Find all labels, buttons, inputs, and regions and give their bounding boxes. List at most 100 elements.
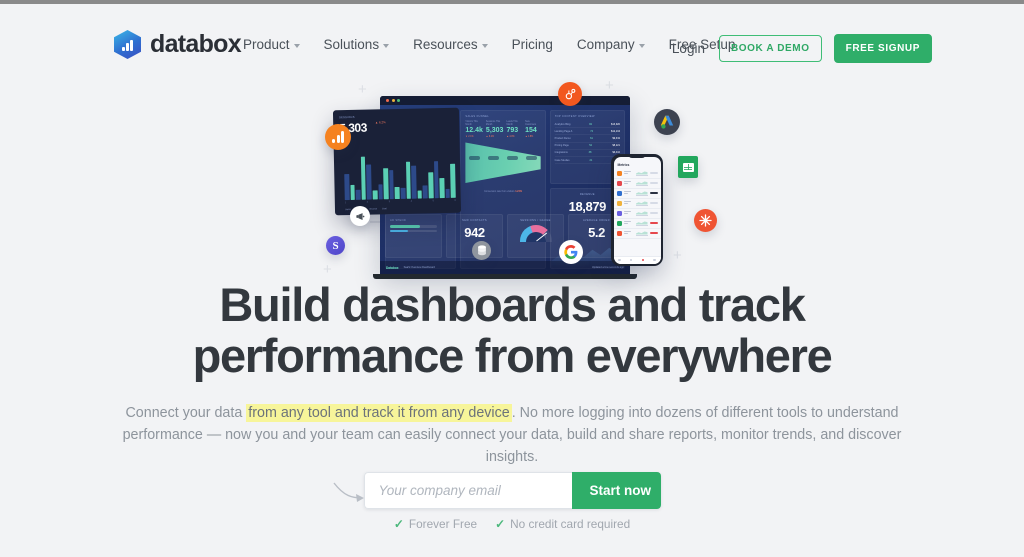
page-root: databox Product Solutions Resources Pric… [0,4,1024,557]
megaphone-icon [350,206,370,226]
main-navigation: Product Solutions Resources Pricing Comp… [243,37,735,52]
nav-item-solutions[interactable]: Solutions [324,37,390,52]
phone-notch [628,154,646,158]
funnel-footer-label: Conversion rate from visitors [484,189,515,193]
nav-item-product[interactable]: Product [243,37,300,52]
list-item [613,179,661,189]
tab-home-icon[interactable] [618,258,621,262]
nav-label-company: Company [576,37,635,52]
cell-value: $12,104 [610,129,620,133]
tab-more-icon[interactable] [653,258,656,262]
site-header: databox Product Solutions Resources Pric… [0,4,1024,74]
metric-icon [616,180,622,186]
metric-icon [616,170,622,176]
free-signup-button[interactable]: FREE SIGNUP [833,34,932,63]
metric-value [649,181,658,185]
cell-name: Pricing Page [554,144,569,148]
nav-item-resources[interactable]: Resources [413,37,488,52]
curved-arrow-icon [333,482,364,502]
nav-item-company[interactable]: Company [577,37,645,52]
phone-tabbar[interactable] [613,255,661,264]
start-now-label: Start now [589,483,652,498]
dashboard-footer-meta: Updated a few seconds ago [591,266,624,269]
perk-forever-free: ✓ Forever Free [394,517,477,531]
perk-label: Forever Free [408,517,478,531]
table-row: Pricing Page 52 $8,221 [554,143,620,150]
nav-label-product: Product [243,37,290,52]
metric-sparkline [635,210,648,216]
metric-value [649,201,658,205]
header-actions: Login BOOK A DEMO FREE SIGNUP [672,34,932,63]
ad-spend-progress [390,225,437,228]
metric-sparkline [635,170,648,176]
database-icon [472,241,491,260]
metric-icon [616,220,622,226]
metric-value [649,231,658,235]
metric-label [623,230,634,235]
cell-name: Analytics Blog [554,122,571,126]
list-item [613,189,661,199]
dashboard-footer: Databox SaaS Overview Dashboard Updated … [380,261,630,274]
start-now-button[interactable]: Start now → [571,472,661,509]
sessions-x-axis: 1 2 3 4 5 6 [345,200,456,204]
legend-entry: Users [344,208,351,212]
login-link[interactable]: Login [672,41,705,56]
cell-value: $13,920 [610,122,620,126]
sessions-card-delta: ▲ 6.2% [375,120,386,125]
chevron-down-icon [638,43,645,48]
funnel-metrics: Visitors This Month 12.4k ▼ 2.1% Session… [465,121,540,138]
funnel-footer-value: 1.24% [515,189,522,193]
ad-spend-tile: AD SPEND [385,214,442,258]
funnel-metric-delta: ▲ 1.8% [525,135,534,138]
google-ads-icon [654,109,680,135]
hubspot-icon [558,82,582,106]
cell-views: 74 [590,129,594,133]
metric-sparkline [635,220,648,226]
cell-views: 61 [590,136,593,140]
window-maximize-dot [397,99,400,102]
phone-app-title: Metrics [617,162,630,167]
logo-bar-chart-icon [122,40,133,51]
sessions-float-card: SESSIONS 5,303 ▲ 6.2% 1 2 3 4 5 6 Users … [332,107,462,216]
decorative-plus: + [358,81,367,98]
google-icon [559,240,583,264]
funnel-metric-value: 12.4k [465,127,483,135]
nav-item-pricing[interactable]: Pricing [512,37,553,52]
chevron-down-icon [293,43,300,48]
funnel-metric-delta: ▲ 4.0% [506,135,515,138]
metric-sparkline [635,200,648,206]
window-minimize-dot [391,99,395,102]
check-icon: ✓ [495,517,506,531]
book-a-demo-button[interactable]: BOOK A DEMO [718,35,822,62]
table-row: Product Demo 61 $9,332 [554,135,620,143]
decorative-plus: + [673,247,682,264]
list-item [613,219,661,229]
email-input[interactable] [363,472,572,509]
metric-sparkline [635,230,648,236]
chevron-down-icon [481,43,488,48]
hero-subtext: Connect your data from any tool and trac… [112,402,912,468]
signup-perks: ✓ Forever Free ✓ No credit card required [0,517,1024,531]
metric-icon [616,200,622,206]
databox-logo[interactable]: databox [114,30,242,59]
sales-funnel-title: SALES FUNNEL [465,115,490,118]
metric-label [623,210,634,215]
axis-tick: 1 [344,202,347,205]
metric-label [623,170,634,175]
metric-icon [616,190,622,196]
gear-icon [694,209,717,232]
tab-alerts-icon[interactable] [641,258,645,262]
top-content-title: TOP CONTENT OVERVIEW [554,115,595,118]
funnel-stage-pills [465,155,540,160]
cell-views: 21 [589,158,593,162]
funnel-metric-delta: ▲ 6.2% [485,135,495,138]
sessions-bar-chart [344,148,456,201]
perk-label: No credit card required [510,517,631,531]
legend-entry: Goal [382,208,387,211]
nav-label-resources: Resources [413,37,478,52]
cell-name: Product Demo [554,136,571,140]
new-contacts-title: NEW CONTACTS [461,219,488,222]
list-item [613,199,661,209]
tab-metrics-icon[interactable] [629,258,633,262]
axis-tick: 4 [410,200,412,203]
